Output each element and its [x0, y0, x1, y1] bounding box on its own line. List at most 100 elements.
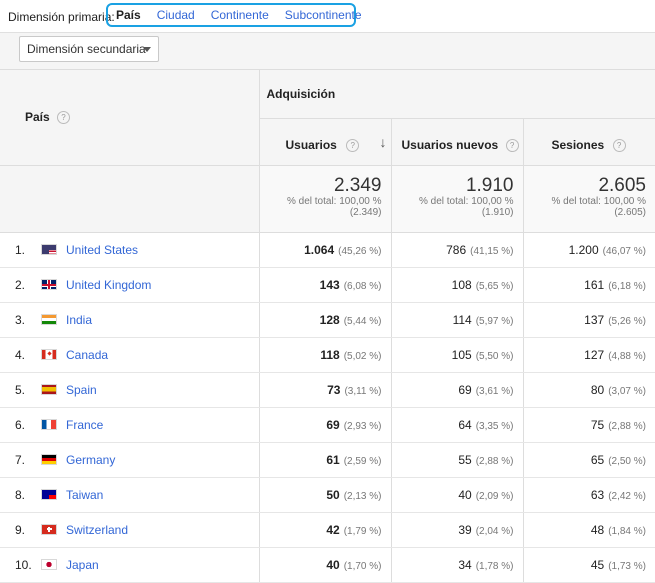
table-row: 7. Germany 61 (2,59 %) 55 (2,88 %) 65 (2,50 %)	[0, 442, 655, 478]
sessions-cell: 48 (1,84 %)	[523, 512, 655, 548]
table-row: 4. Canada 118 (5,02 %) 105 (5,50 %) 127 (4,88 %…	[0, 337, 655, 373]
tab-continente[interactable]: Continente	[211, 8, 269, 22]
new-users-total: 1.910 % del total: 100,00 % (1.910)	[391, 165, 524, 233]
users-value: 69	[326, 417, 340, 432]
country-cell: 2. United Kingdom	[0, 267, 260, 303]
total-absolute: (2.349)	[349, 206, 382, 218]
in-flag-icon	[41, 313, 57, 325]
secondary-dimension-dropdown[interactable]: Dimensión secundaria	[19, 36, 159, 62]
new-users-header-label: Usuarios nuevos	[401, 137, 499, 152]
row-index: 10.	[15, 557, 32, 572]
users-percent: (5,44 %)	[343, 315, 382, 327]
new-users-percent: (5,97 %)	[475, 315, 514, 327]
sessions-total: 2.605 % del total: 100,00 % (2.605)	[523, 165, 655, 233]
new-users-value: 34	[458, 557, 472, 572]
country-link[interactable]: Taiwan	[66, 488, 103, 502]
jp-flag-icon	[41, 558, 57, 570]
table-row: 1. United States 1.064 (45,26 %) 786 (41,15 %…	[0, 232, 655, 268]
users-column-header[interactable]: Usuarios ? ↓	[259, 118, 392, 166]
country-link[interactable]: Germany	[66, 453, 115, 467]
row-index: 9.	[15, 522, 26, 537]
users-percent: (3,11 %)	[344, 385, 382, 397]
new-users-value: 105	[451, 347, 472, 362]
help-icon[interactable]: ?	[346, 138, 360, 152]
new-users-value: 40	[458, 487, 472, 502]
country-cell: 4. Canada	[0, 337, 260, 373]
new-users-cell: 40 (2,09 %)	[391, 477, 524, 513]
tab-ciudad[interactable]: Ciudad	[157, 8, 195, 22]
users-percent: (6,08 %)	[343, 280, 382, 292]
sessions-value: 161	[584, 277, 605, 292]
users-value: 128	[319, 312, 340, 327]
row-index: 8.	[15, 487, 26, 502]
new-users-column-header[interactable]: Usuarios nuevos ?	[391, 118, 524, 166]
table-row: 10. Japan 40 (1,70 %) 34 (1,78 %) 45 (1,73 %)	[0, 547, 655, 583]
new-users-percent: (2,04 %)	[475, 525, 514, 537]
sessions-percent: (46,07 %)	[602, 245, 646, 257]
users-cell: 61 (2,59 %)	[259, 442, 392, 478]
country-link[interactable]: Japan	[66, 558, 99, 572]
row-index: 4.	[15, 347, 26, 362]
secondary-dimension-bar: Dimensión secundaria	[0, 33, 655, 70]
users-value: 42	[326, 522, 340, 537]
new-users-cell: 34 (1,78 %)	[391, 547, 524, 583]
sessions-column-header[interactable]: Sesiones ?	[523, 118, 655, 166]
users-percent: (5,02 %)	[343, 350, 382, 362]
primary-dimension-label: Dimensión primaria:	[8, 10, 115, 24]
country-link[interactable]: United Kingdom	[66, 278, 151, 292]
primary-dimension-bar: Dimensión primaria: País Ciudad Continen…	[0, 0, 655, 33]
sessions-cell: 75 (2,88 %)	[523, 407, 655, 443]
sessions-value: 80	[590, 382, 605, 397]
report-table: País ? Adquisición Usuarios ? ↓ Usuarios…	[0, 70, 655, 583]
country-link[interactable]: United States	[66, 243, 138, 257]
sessions-cell: 127 (4,88 %)	[523, 337, 655, 373]
users-cell: 69 (2,93 %)	[259, 407, 392, 443]
sessions-value: 48	[590, 522, 605, 537]
sessions-cell: 137 (5,26 %)	[523, 302, 655, 338]
total-percent: % del total: 100,00 %	[418, 195, 514, 207]
help-icon[interactable]: ?	[612, 138, 626, 152]
sessions-cell: 1.200 (46,07 %)	[523, 232, 655, 268]
totals-row: 2.349 % del total: 100,00 % (2.349) 1.91…	[0, 165, 655, 233]
help-icon[interactable]: ?	[57, 111, 71, 125]
country-cell: 5. Spain	[0, 372, 260, 408]
users-value: 118	[320, 347, 340, 362]
row-index: 2.	[15, 277, 26, 292]
users-percent: (45,26 %)	[338, 245, 382, 257]
new-users-percent: (3,35 %)	[475, 420, 514, 432]
new-users-value: 108	[451, 277, 472, 292]
sessions-cell: 161 (6,18 %)	[523, 267, 655, 303]
row-index: 1.	[15, 242, 26, 257]
country-link[interactable]: France	[66, 418, 103, 432]
country-link[interactable]: Spain	[66, 383, 97, 397]
sessions-percent: (2,50 %)	[608, 455, 646, 467]
new-users-percent: (41,15 %)	[470, 245, 514, 257]
tab-subcontinente[interactable]: Subcontinente	[285, 8, 362, 22]
tab-pais[interactable]: País	[116, 8, 141, 22]
sessions-percent: (3,07 %)	[608, 385, 646, 397]
help-icon[interactable]: ?	[505, 138, 519, 152]
sessions-percent: (2,88 %)	[608, 420, 646, 432]
es-flag-icon	[41, 383, 57, 395]
sort-descending-icon[interactable]: ↓	[380, 134, 387, 150]
table-row: 3. India 128 (5,44 %) 114 (5,97 %) 137 (5,26 %)	[0, 302, 655, 338]
ch-flag-icon	[41, 523, 57, 535]
country-link[interactable]: Switzerland	[66, 523, 128, 537]
country-link[interactable]: India	[66, 313, 92, 327]
country-link[interactable]: Canada	[66, 348, 108, 362]
new-users-percent: (2,09 %)	[475, 490, 514, 502]
sessions-percent: (1,73 %)	[608, 560, 646, 572]
country-header-label: País	[25, 110, 50, 125]
new-users-percent: (5,50 %)	[475, 350, 514, 362]
users-value: 61	[326, 452, 340, 467]
table-row: 5. Spain 73 (3,11 %) 69 (3,61 %) 80 (3,07 %)	[0, 372, 655, 408]
country-column-header[interactable]: País ?	[0, 70, 260, 166]
total-percent: % del total: 100,00 %	[551, 195, 646, 207]
new-users-percent: (5,65 %)	[475, 280, 514, 292]
new-users-percent: (3,61 %)	[475, 385, 514, 397]
fr-flag-icon	[41, 418, 57, 430]
country-cell: 8. Taiwan	[0, 477, 260, 513]
table-row: 6. France 69 (2,93 %) 64 (3,35 %) 75 (2,88 %)	[0, 407, 655, 443]
new-users-value: 786	[446, 242, 467, 257]
users-cell: 143 (6,08 %)	[259, 267, 392, 303]
